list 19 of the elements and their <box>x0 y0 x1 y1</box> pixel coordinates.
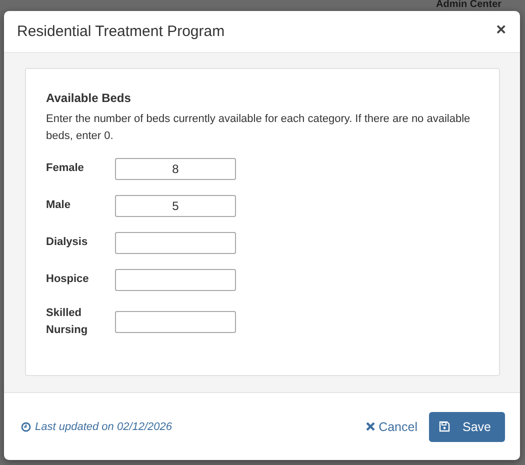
input-field[interactable] <box>115 268 236 290</box>
field-label: Female <box>46 161 85 176</box>
dialog-title: Residential Treatment Program <box>17 23 225 40</box>
last-updated-text: Last updated on 02/12/2026 <box>35 420 172 432</box>
section-title: Available Beds <box>46 91 132 105</box>
section-description: Enter the number of beds currently available for each category. If there are no available beds, enter 0. <box>46 112 472 144</box>
field-label: Skilled Nursing <box>46 306 89 338</box>
input-field[interactable]: 5 <box>115 194 236 216</box>
input-field[interactable] <box>115 232 236 254</box>
close-icon <box>366 422 375 431</box>
field-label: Dialysis <box>46 235 89 250</box>
save-button[interactable]: Save <box>428 412 505 442</box>
input-field[interactable] <box>115 311 236 333</box>
close-button[interactable]: × <box>494 22 508 38</box>
clock-icon <box>21 422 31 432</box>
cancel-button[interactable]: Cancel <box>366 420 418 434</box>
field-label: Hospice <box>46 272 90 287</box>
input-field[interactable]: 8 <box>115 158 236 180</box>
field-label: Male <box>46 198 72 213</box>
